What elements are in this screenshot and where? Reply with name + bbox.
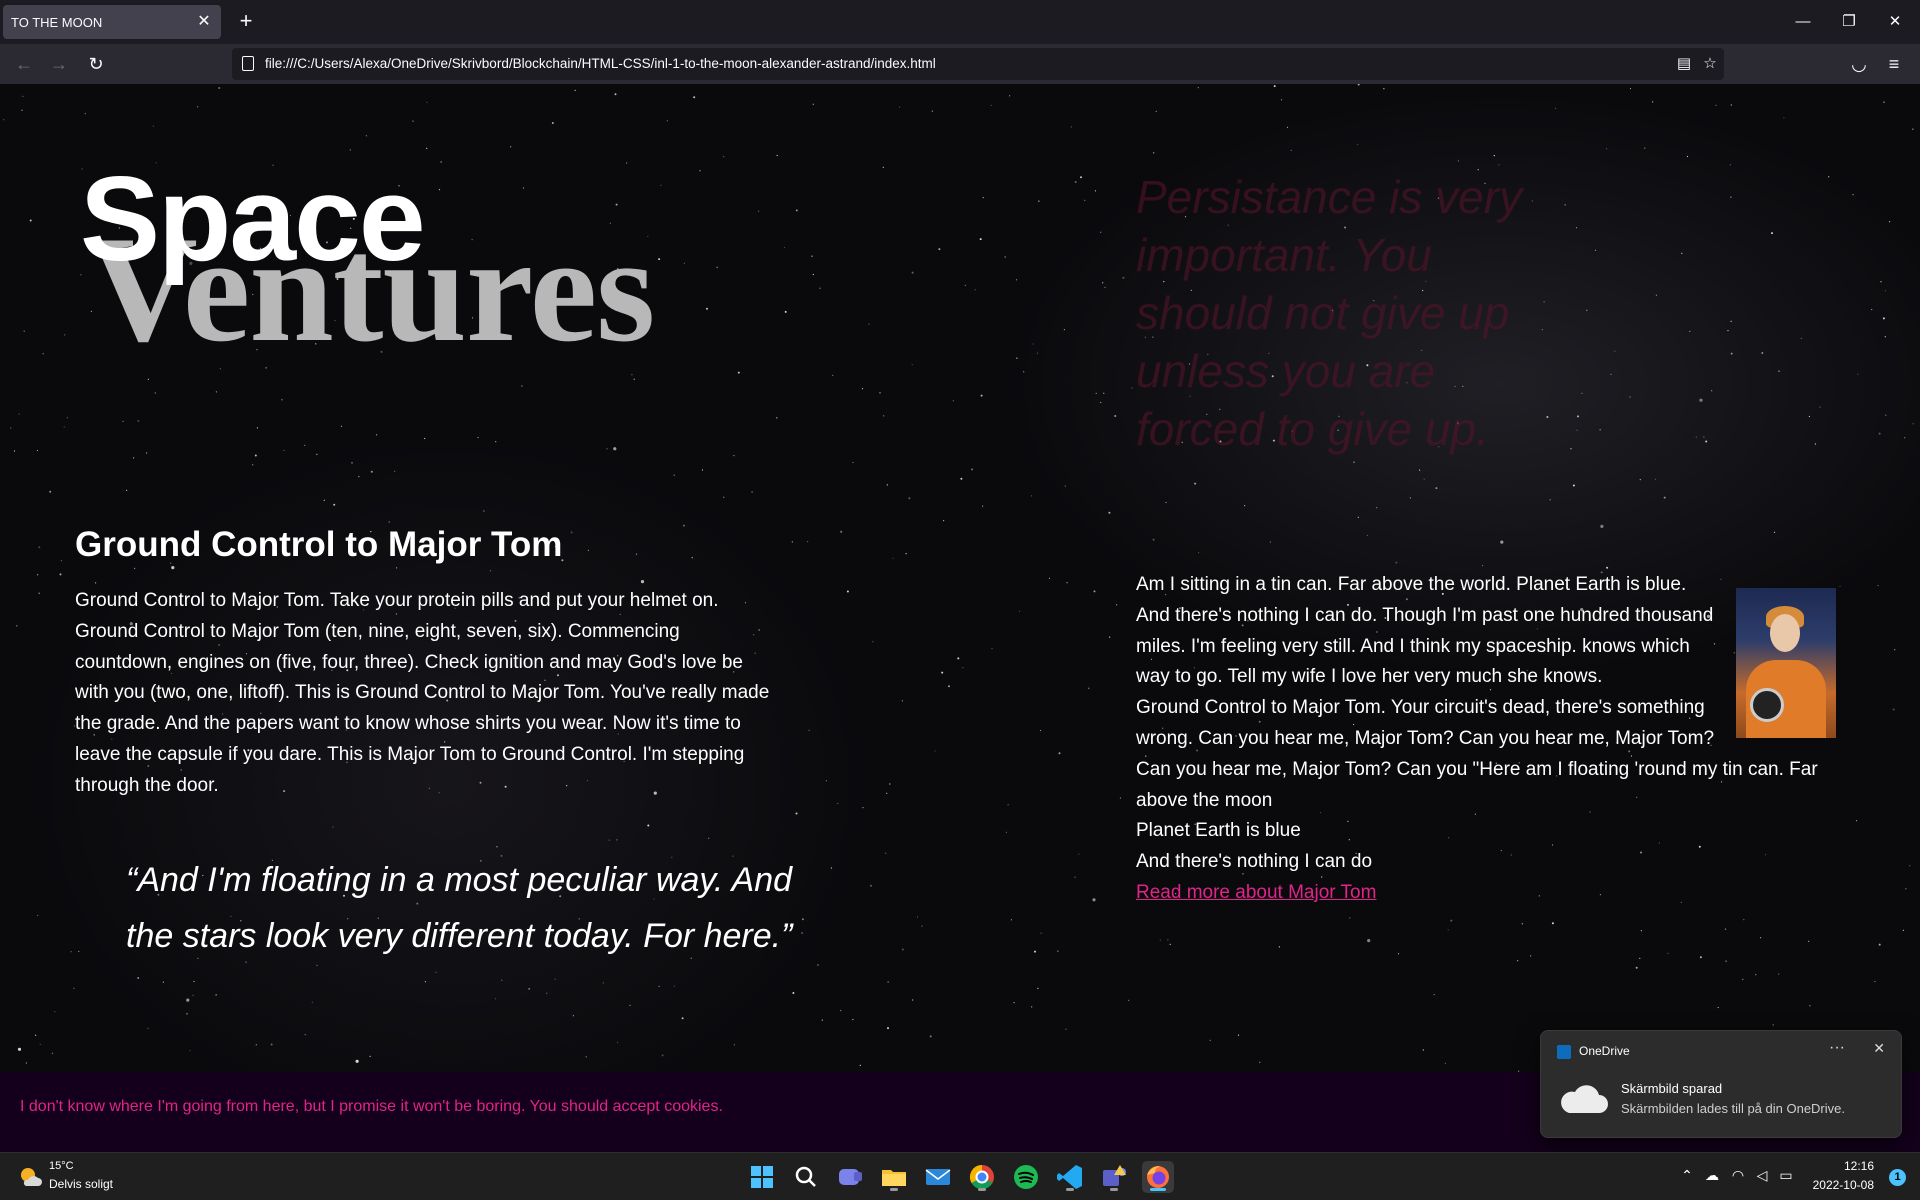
read-more-link[interactable]: Read more about Major Tom	[1136, 878, 1836, 909]
mail-icon[interactable]	[922, 1161, 954, 1193]
running-indicator	[978, 1188, 986, 1191]
page-viewport: Space Ventures Persistance is very impor…	[0, 84, 1920, 1152]
notification-title: Skärmbild sparad	[1621, 1081, 1723, 1096]
browser-tab-bar: TO THE MOON ✕ + — ❐ ✕	[0, 0, 1920, 44]
left-section: Ground Control to Major Tom Ground Contr…	[75, 524, 792, 964]
weather-partly-sunny-icon[interactable]	[18, 1165, 42, 1189]
notification-body: Skärmbilden lades till på din OneDrive.	[1621, 1101, 1845, 1116]
start-icon[interactable]	[746, 1161, 778, 1193]
running-indicator	[1110, 1188, 1118, 1191]
show-hidden-icons-chevron-icon[interactable]: ⌃	[1677, 1167, 1697, 1184]
taskbar: 15°C Delvis soligt ⌃ ☁ ◠ ◁ ▭ 12:16 2022-…	[0, 1152, 1920, 1200]
battery-icon[interactable]: ▭	[1776, 1167, 1796, 1184]
running-indicator	[890, 1188, 898, 1191]
file-explorer-icon[interactable]	[878, 1161, 910, 1193]
close-window-button[interactable]: ✕	[1872, 0, 1918, 44]
minimize-button[interactable]: —	[1780, 0, 1826, 44]
vscode-icon[interactable]	[1054, 1161, 1086, 1193]
volume-icon[interactable]: ◁	[1752, 1167, 1772, 1184]
spotify-icon[interactable]	[1010, 1161, 1042, 1193]
onedrive-notification[interactable]: OneDrive ··· ✕ Skärmbild sparad Skärmbil…	[1540, 1030, 1902, 1138]
floating-blockquote: “And I'm floating in a most peculiar way…	[126, 860, 793, 955]
chrome-icon[interactable]	[966, 1161, 998, 1193]
page-icon	[242, 56, 254, 71]
new-tab-button[interactable]: +	[232, 8, 260, 36]
cloud-icon	[1561, 1085, 1608, 1113]
running-indicator	[1066, 1188, 1074, 1191]
browser-tab[interactable]: TO THE MOON ✕	[3, 5, 221, 39]
right-section: Am I sitting in a tin can. Far above the…	[1136, 570, 1836, 909]
clock-time[interactable]: 12:16	[1844, 1159, 1874, 1173]
teams-chat-icon[interactable]	[834, 1161, 866, 1193]
section-heading: Ground Control to Major Tom	[75, 525, 563, 564]
reload-button[interactable]: ↻	[82, 50, 110, 78]
tab-title: TO THE MOON	[11, 15, 103, 30]
active-indicator	[1150, 1188, 1166, 1191]
right-line: Ground Control to Major Tom. Your circui…	[1136, 697, 1818, 811]
close-icon[interactable]: ✕	[1873, 1040, 1885, 1057]
logo-space-text: Space	[80, 152, 426, 286]
bookmark-star-icon[interactable]: ☆	[1698, 52, 1722, 76]
lyrics-paragraph: Ground Control to Major Tom. Take your p…	[75, 590, 770, 796]
search-icon[interactable]	[790, 1161, 822, 1193]
right-line: Planet Earth is blue	[1136, 820, 1301, 842]
menu-button[interactable]: ≡	[1880, 50, 1908, 78]
forward-button[interactable]: →	[45, 50, 73, 78]
onedrive-tray-icon[interactable]: ☁	[1702, 1167, 1722, 1184]
persistence-quote: Persistance is very important. You shoul…	[1136, 171, 1523, 455]
tab-close-icon[interactable]: ✕	[193, 11, 215, 33]
right-line: Am I sitting in a tin can. Far above the…	[1136, 574, 1714, 688]
wifi-icon[interactable]: ◠	[1728, 1167, 1748, 1184]
major-tom-portrait	[1736, 588, 1836, 738]
weather-temperature[interactable]: 15°C	[49, 1160, 74, 1172]
notification-app-name: OneDrive	[1579, 1044, 1630, 1058]
cookie-text: I don't know where I'm going from here, …	[20, 1098, 723, 1115]
site-logo: Space Ventures	[80, 159, 720, 389]
pocket-icon[interactable]: ◡	[1845, 50, 1873, 78]
browser-nav-bar: ← → ↻ file:///C:/Users/Alexa/OneDrive/Sk…	[0, 44, 1920, 84]
teams-icon[interactable]	[1098, 1161, 1130, 1193]
url-text[interactable]: file:///C:/Users/Alexa/OneDrive/Skrivbor…	[265, 56, 936, 71]
reader-view-icon[interactable]: ▤	[1672, 52, 1696, 76]
weather-description[interactable]: Delvis soligt	[49, 1177, 113, 1191]
more-options-icon[interactable]: ···	[1829, 1039, 1845, 1057]
notification-center-badge[interactable]: 1	[1889, 1169, 1906, 1186]
firefox-icon[interactable]	[1142, 1161, 1174, 1193]
onedrive-app-icon	[1557, 1045, 1571, 1059]
url-bar[interactable]: file:///C:/Users/Alexa/OneDrive/Skrivbor…	[232, 48, 1724, 80]
right-line: And there's nothing I can do	[1136, 851, 1373, 873]
restore-button[interactable]: ❐	[1826, 0, 1872, 44]
back-button[interactable]: ←	[10, 50, 38, 78]
clock-date[interactable]: 2022-10-08	[1813, 1178, 1874, 1192]
